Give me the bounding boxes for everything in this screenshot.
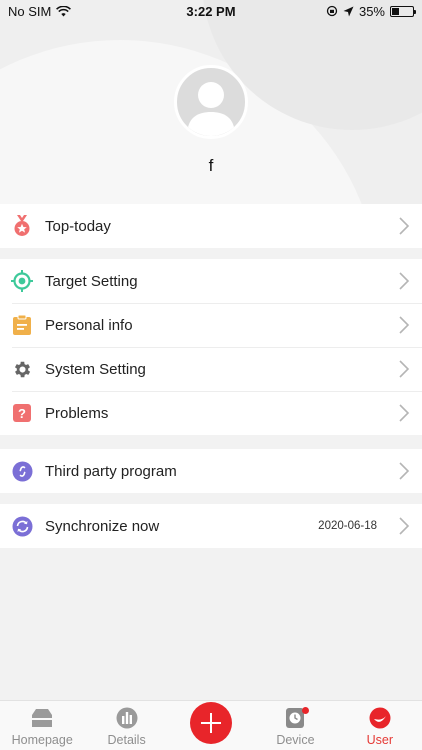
gear-icon: [11, 358, 33, 380]
menu-group-settings: Target Setting Personal info System Sett…: [0, 259, 422, 435]
location-icon: [343, 6, 354, 16]
menu-item-target-setting[interactable]: Target Setting: [0, 259, 422, 303]
menu-item-label: Top-today: [45, 217, 111, 235]
menu-item-problems[interactable]: ? Problems: [0, 391, 422, 435]
avatar[interactable]: [174, 65, 248, 139]
status-bar: No SIM 3:22 PM 35%: [0, 0, 422, 22]
menu-item-synchronize[interactable]: Synchronize now 2020-06-18: [0, 504, 422, 548]
tab-label: User: [366, 733, 394, 747]
chevron-right-icon: [399, 462, 410, 480]
target-icon: [11, 270, 33, 292]
tab-homepage[interactable]: Homepage: [0, 701, 84, 750]
bar-chart-icon: [115, 706, 139, 730]
question-icon: ?: [11, 402, 33, 424]
wifi-icon: [56, 5, 72, 16]
plus-icon: [201, 713, 222, 733]
profile-header: f: [0, 0, 422, 204]
orientation-lock-icon: [326, 5, 338, 17]
tab-details[interactable]: Details: [84, 701, 168, 750]
tab-user[interactable]: User: [338, 701, 422, 750]
menu-item-label: Target Setting: [45, 272, 138, 290]
menu-item-label: Synchronize now: [45, 517, 160, 535]
menu-item-third-party[interactable]: Third party program: [0, 449, 422, 493]
menu-item-label: Personal info: [45, 316, 133, 334]
notification-dot: [302, 707, 310, 714]
last-sync-date: 2020-06-18: [318, 520, 377, 532]
tab-bar: Homepage Details Device User: [0, 700, 422, 750]
medal-icon: [11, 215, 33, 237]
user-icon: [368, 706, 392, 730]
chevron-right-icon: [399, 272, 410, 290]
clipboard-icon: [11, 314, 33, 336]
battery-percent: 35%: [358, 3, 385, 19]
chevron-right-icon: [399, 217, 410, 235]
menu-item-personal-info[interactable]: Personal info: [0, 303, 422, 347]
tab-label: Details: [107, 733, 146, 747]
chevron-right-icon: [399, 404, 410, 422]
tab-label: Device: [276, 733, 315, 747]
add-button[interactable]: [190, 702, 233, 744]
chevron-right-icon: [399, 517, 410, 535]
svg-text:?: ?: [18, 406, 26, 421]
home-icon: [30, 706, 54, 730]
battery-icon: [390, 5, 416, 17]
carrier-label: No SIM: [8, 3, 52, 19]
menu-group-top: Top-today: [0, 204, 422, 248]
menu-item-top-today[interactable]: Top-today: [0, 204, 422, 248]
menu-item-label: System Setting: [45, 360, 146, 378]
default-avatar-icon: [187, 82, 235, 136]
tab-label: Homepage: [11, 733, 73, 747]
menu-group-third-party: Third party program: [0, 449, 422, 493]
chevron-right-icon: [399, 316, 410, 334]
tab-device[interactable]: Device: [253, 701, 337, 750]
username: f: [208, 156, 214, 175]
chevron-right-icon: [399, 360, 410, 378]
menu-item-label: Problems: [45, 404, 109, 422]
link-icon: [11, 460, 33, 482]
menu-item-system-setting[interactable]: System Setting: [0, 347, 422, 391]
menu-item-label: Third party program: [45, 462, 177, 480]
menu-group-sync: Synchronize now 2020-06-18: [0, 504, 422, 548]
sync-icon: [11, 515, 33, 537]
tab-add[interactable]: [169, 701, 253, 750]
